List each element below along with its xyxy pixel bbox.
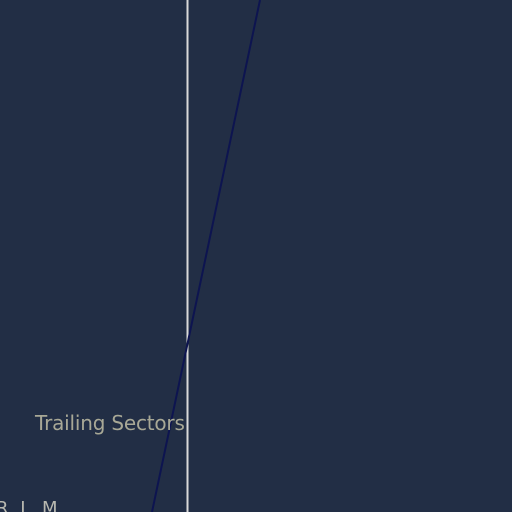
chart-svg: [151, 0, 261, 512]
quadrant-label-trailing-sectors: Trailing Sectors: [35, 411, 185, 435]
trend-line: [151, 0, 261, 512]
partial-tick-label: R L M: [0, 498, 61, 512]
chart-canvas: Trailing Sectors R L M: [0, 0, 512, 512]
